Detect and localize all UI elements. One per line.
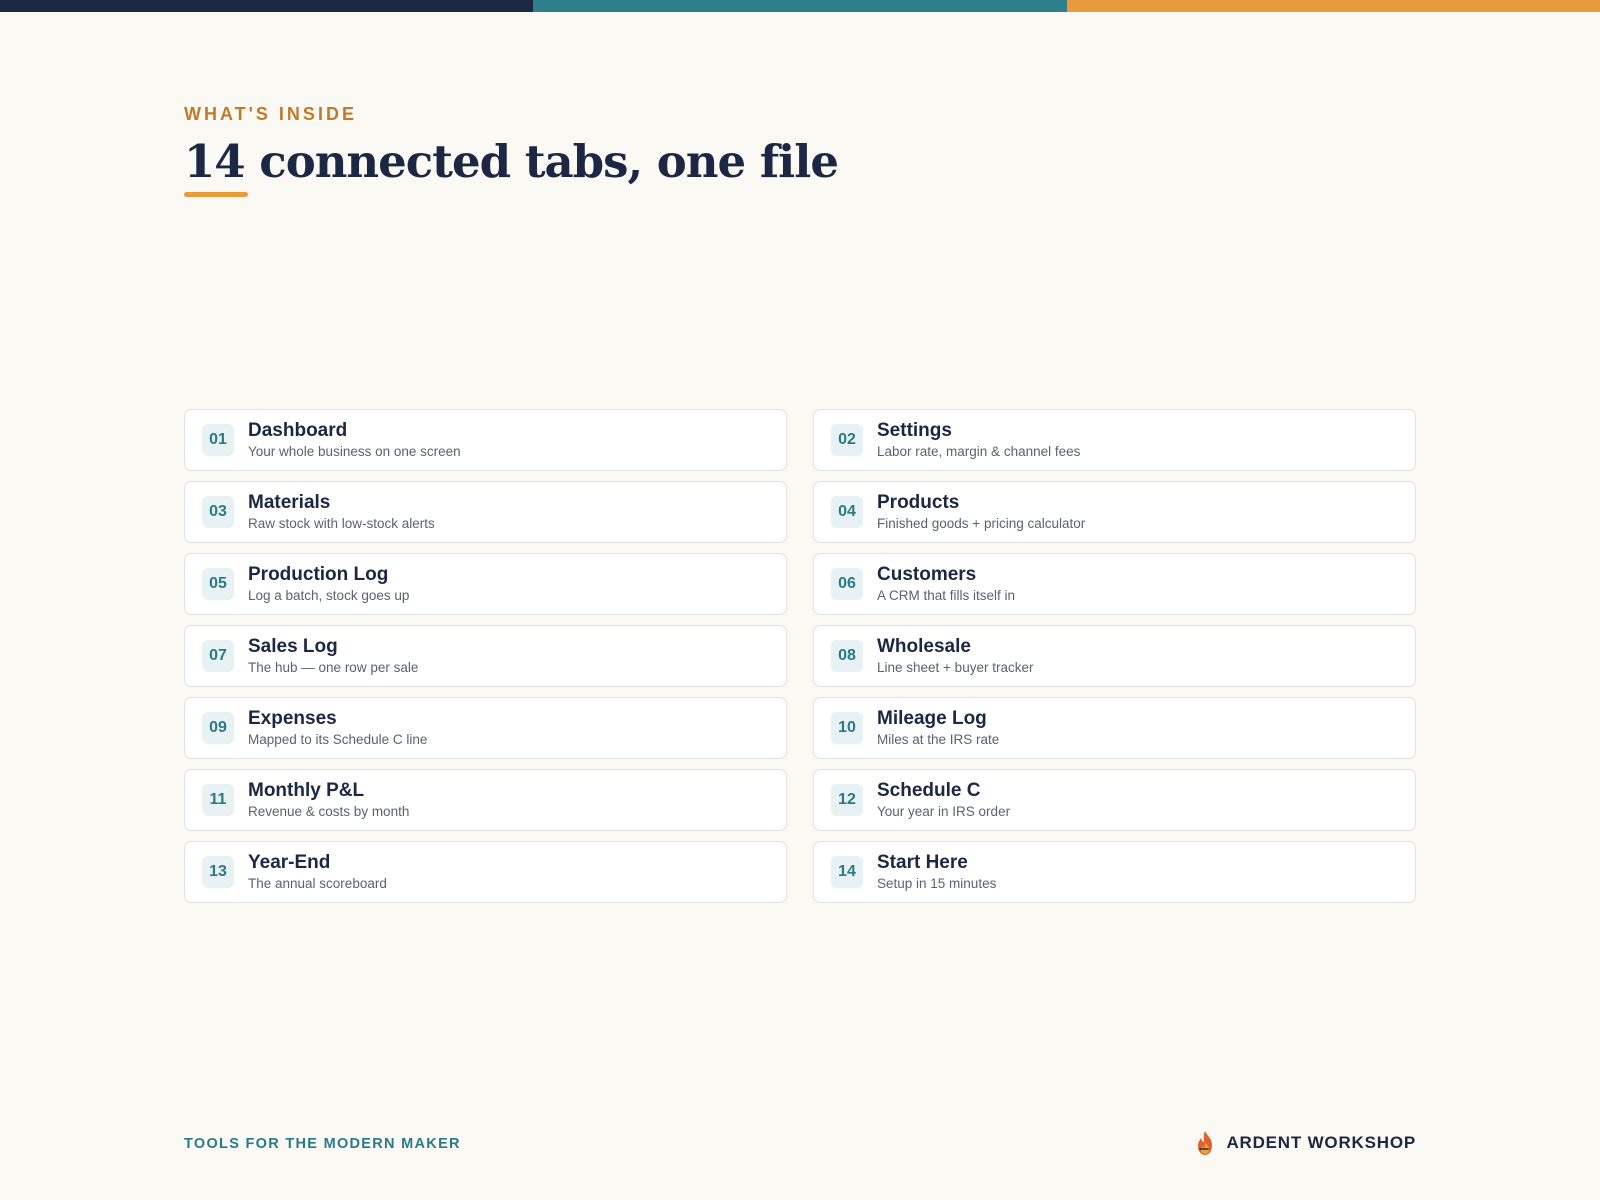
footer-tagline: TOOLS FOR THE MODERN MAKER: [184, 1136, 461, 1152]
tab-number-badge: 13: [202, 856, 234, 888]
tab-text: Expenses Mapped to its Schedule C line: [248, 708, 427, 748]
tab-number-badge: 01: [202, 424, 234, 456]
tab-description: The annual scoreboard: [248, 876, 387, 891]
tab-number-badge: 03: [202, 496, 234, 528]
tab-title: Mileage Log: [877, 708, 987, 729]
tab-description: Finished goods + pricing calculator: [877, 516, 1086, 531]
tab-number-badge: 07: [202, 640, 234, 672]
tab-text: Settings Labor rate, margin & channel fe…: [877, 420, 1080, 460]
top-bar-teal-segment: [533, 0, 1067, 12]
tab-description: Revenue & costs by month: [248, 804, 410, 819]
brand-name: ARDENT WORKSHOP: [1226, 1133, 1416, 1152]
tab-card-04[interactable]: 04 Products Finished goods + pricing cal…: [813, 481, 1416, 543]
page-title: 14 connected tabs, one file: [184, 135, 839, 188]
tab-title: Wholesale: [877, 636, 971, 657]
tabs-grid: 01 Dashboard Your whole business on one …: [184, 409, 1416, 903]
tab-description: Your whole business on one screen: [248, 444, 461, 459]
top-bar-orange-segment: [1066, 0, 1600, 12]
tab-number-badge: 05: [202, 568, 234, 600]
tab-number-badge: 09: [202, 712, 234, 744]
title-underline: [184, 192, 248, 197]
tab-text: Monthly P&L Revenue & costs by month: [248, 780, 409, 820]
tab-title: Schedule C: [877, 780, 981, 801]
tab-text: Start Here Setup in 15 minutes: [877, 852, 996, 892]
tab-title: Materials: [248, 492, 331, 513]
tab-card-05[interactable]: 05 Production Log Log a batch, stock goe…: [184, 553, 787, 615]
tab-card-11[interactable]: 11 Monthly P&L Revenue & costs by month: [184, 769, 787, 831]
tab-description: Labor rate, margin & channel fees: [877, 444, 1081, 459]
tab-number-badge: 10: [831, 712, 863, 744]
tab-description: Mapped to its Schedule C line: [248, 732, 428, 747]
tab-description: Line sheet + buyer tracker: [877, 660, 1034, 675]
tab-description: Your year in IRS order: [877, 804, 1011, 819]
tab-text: Year-End The annual scoreboard: [248, 852, 387, 892]
tab-description: Log a batch, stock goes up: [248, 588, 410, 603]
tab-title: Dashboard: [248, 420, 348, 441]
tab-title: Expenses: [248, 708, 337, 729]
tab-number-badge: 02: [831, 424, 863, 456]
tab-title: Production Log: [248, 564, 389, 585]
tab-title: Customers: [877, 564, 977, 585]
tab-number-badge: 12: [831, 784, 863, 816]
section-eyebrow: WHAT'S INSIDE: [184, 104, 357, 124]
tab-text: Wholesale Line sheet + buyer tracker: [877, 636, 1033, 676]
tab-text: Customers A CRM that fills itself in: [877, 564, 1015, 604]
tab-text: Mileage Log Miles at the IRS rate: [877, 708, 999, 748]
tab-title: Start Here: [877, 852, 968, 873]
tab-card-12[interactable]: 12 Schedule C Your year in IRS order: [813, 769, 1416, 831]
tab-text: Products Finished goods + pricing calcul…: [877, 492, 1085, 532]
tab-card-14[interactable]: 14 Start Here Setup in 15 minutes: [813, 841, 1416, 903]
tab-number-badge: 04: [831, 496, 863, 528]
tab-card-01[interactable]: 01 Dashboard Your whole business on one …: [184, 409, 787, 471]
tab-number-badge: 06: [831, 568, 863, 600]
tab-card-13[interactable]: 13 Year-End The annual scoreboard: [184, 841, 787, 903]
tab-description: Raw stock with low-stock alerts: [248, 516, 435, 531]
tab-title: Monthly P&L: [248, 780, 365, 801]
tab-description: Miles at the IRS rate: [877, 732, 1000, 747]
tab-title: Products: [877, 492, 960, 513]
tab-text: Sales Log The hub — one row per sale: [248, 636, 418, 676]
brand-lockup: ARDENT WORKSHOP: [1194, 1130, 1416, 1156]
tab-number-badge: 14: [831, 856, 863, 888]
tab-description: A CRM that fills itself in: [877, 588, 1016, 603]
tab-card-10[interactable]: 10 Mileage Log Miles at the IRS rate: [813, 697, 1416, 759]
tab-number-badge: 11: [202, 784, 234, 816]
tab-number-badge: 08: [831, 640, 863, 672]
tab-card-07[interactable]: 07 Sales Log The hub — one row per sale: [184, 625, 787, 687]
top-color-bar: [0, 0, 1600, 12]
tab-card-06[interactable]: 06 Customers A CRM that fills itself in: [813, 553, 1416, 615]
tab-card-08[interactable]: 08 Wholesale Line sheet + buyer tracker: [813, 625, 1416, 687]
tab-title: Sales Log: [248, 636, 338, 657]
tab-card-03[interactable]: 03 Materials Raw stock with low-stock al…: [184, 481, 787, 543]
tab-card-09[interactable]: 09 Expenses Mapped to its Schedule C lin…: [184, 697, 787, 759]
tab-description: The hub — one row per sale: [248, 660, 419, 675]
flame-icon: [1198, 1131, 1213, 1155]
tab-description: Setup in 15 minutes: [877, 876, 997, 891]
tab-title: Year-End: [248, 852, 331, 873]
top-bar-navy-segment: [0, 0, 534, 12]
tab-card-02[interactable]: 02 Settings Labor rate, margin & channel…: [813, 409, 1416, 471]
tab-title: Settings: [877, 420, 952, 441]
tab-text: Production Log Log a batch, stock goes u…: [248, 564, 409, 604]
tab-text: Schedule C Your year in IRS order: [877, 780, 1010, 820]
tab-text: Materials Raw stock with low-stock alert…: [248, 492, 435, 532]
tab-text: Dashboard Your whole business on one scr…: [248, 420, 461, 460]
